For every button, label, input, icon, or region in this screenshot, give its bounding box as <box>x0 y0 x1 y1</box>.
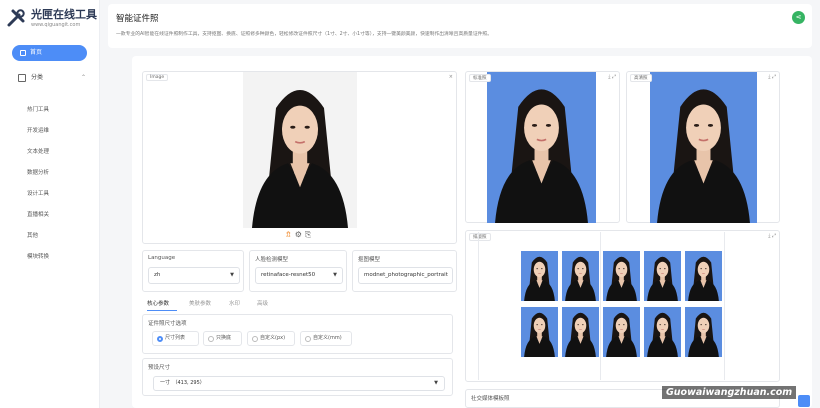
language-label: Language <box>148 255 176 261</box>
radio-dot <box>157 336 163 342</box>
preset-size-label: 预设尺寸 <box>148 365 171 371</box>
size-option-label: 证件照尺寸选项 <box>148 321 187 327</box>
matting-label: 抠图模型 <box>358 257 381 263</box>
layout-photo <box>521 307 558 357</box>
grid-icon <box>18 74 26 82</box>
settings-icon[interactable]: ⚙ <box>295 230 305 239</box>
sidebar-item-hot[interactable]: 热门工具 <box>27 105 49 113</box>
face-model-label: 人脸检测模型 <box>255 257 289 263</box>
home-icon <box>20 50 26 56</box>
copy-icon[interactable]: ⎘ <box>305 230 314 239</box>
sidebar: 光匣在线工具 www.qiguangit.com 首页 分类 ⌃ 热门工具 开发… <box>0 0 100 408</box>
radio-label: 自定义(mm) <box>313 335 342 341</box>
chevron-up-icon: ⌃ <box>80 74 86 81</box>
share-button[interactable]: ⋖ <box>792 11 805 24</box>
download-icon[interactable]: ⤓ ⤢ <box>768 74 776 80</box>
share-icon: ⋖ <box>795 13 802 21</box>
app-title: 光匣在线工具 <box>31 8 97 21</box>
nav-category[interactable]: 分类 ⌃ <box>18 72 88 84</box>
tab-core[interactable]: 核心参数 <box>147 299 169 307</box>
radio-custom-px[interactable]: 自定义(px) <box>247 331 295 346</box>
preset-size-select[interactable]: 一寸 （413, 295） ▼ <box>153 376 445 391</box>
input-photo <box>243 72 357 228</box>
radio-label: 尺寸列表 <box>165 335 186 341</box>
layout-photo <box>685 307 722 357</box>
caret-down-icon: ▼ <box>434 380 438 386</box>
upload-icon[interactable]: ⇯ <box>285 230 295 239</box>
layout-photo <box>644 251 681 301</box>
layout-photo <box>562 251 599 301</box>
radio-label: 自定义(px) <box>260 335 286 341</box>
standard-label: 标准照 <box>469 74 491 82</box>
radio-dot <box>252 336 258 342</box>
hd-photo <box>650 72 757 223</box>
app-logo[interactable]: 光匣在线工具 www.qiguangit.com <box>5 5 97 31</box>
face-model-field: 人脸检测模型 retinaface-resnet50 ▼ <box>249 250 347 292</box>
matting-select[interactable]: modnet_photographic_portrait <box>358 267 453 284</box>
matting-value: modnet_photographic_portrait <box>364 272 448 278</box>
face-model-value: retinaface-resnet50 <box>261 272 316 278</box>
image-toolbar: ⇯⚙⎘ <box>285 230 314 240</box>
tools-icon <box>7 9 25 27</box>
sidebar-item-devops[interactable]: 开发运维 <box>27 126 49 134</box>
sidebar-item-design[interactable]: 设计工具 <box>27 189 49 197</box>
language-value: zh <box>154 272 161 278</box>
language-select[interactable]: zh ▼ <box>148 267 240 284</box>
nav-home[interactable]: 首页 <box>12 45 87 61</box>
close-icon[interactable]: × <box>449 74 453 80</box>
download-icon[interactable]: ⤓ ⤢ <box>768 233 776 239</box>
language-field: Language zh ▼ <box>142 250 244 292</box>
nav-category-label: 分类 <box>31 74 44 81</box>
hd-label: 高清照 <box>630 74 652 82</box>
tab-beauty[interactable]: 美肤参数 <box>189 299 211 307</box>
radio-dot <box>305 336 311 342</box>
active-tab-indicator <box>147 310 177 311</box>
tab-advanced[interactable]: 高级 <box>257 299 268 307</box>
tab-watermark[interactable]: 水印 <box>229 299 240 307</box>
layout-label: 排版照 <box>469 233 491 241</box>
hd-photo-box: 高清照 ⤓ ⤢ <box>626 71 780 223</box>
layout-photo <box>521 251 558 301</box>
radio-label: 只换底 <box>216 335 232 341</box>
face-model-select[interactable]: retinaface-resnet50 ▼ <box>255 267 343 284</box>
sidebar-item-live[interactable]: 直播相关 <box>27 210 49 218</box>
radio-dot <box>208 336 214 342</box>
image-label: Image <box>146 74 169 81</box>
caret-down-icon: ▼ <box>230 272 234 278</box>
layout-photo <box>603 307 640 357</box>
preset-size-value: 一寸 （413, 295） <box>160 380 205 386</box>
sidebar-item-text[interactable]: 文本处理 <box>27 147 49 155</box>
sidebar-item-data[interactable]: 数据分析 <box>27 168 49 176</box>
watermark: Guowaiwangzhuan.com <box>662 386 797 399</box>
layout-photo <box>603 251 640 301</box>
sidebar-item-other[interactable]: 其他 <box>27 231 38 239</box>
radio-size-list[interactable]: 尺寸列表 <box>152 331 199 346</box>
layout-photo <box>562 307 599 357</box>
divider <box>478 232 479 380</box>
radio-custom-mm[interactable]: 自定义(mm) <box>300 331 352 346</box>
radio-bg-only[interactable]: 只换底 <box>203 331 242 346</box>
caret-down-icon: ▼ <box>333 272 337 278</box>
sidebar-item-convert[interactable]: 模块转换 <box>27 252 49 260</box>
download-icon[interactable]: ⤓ ⤢ <box>608 74 616 80</box>
standard-photo <box>487 72 596 223</box>
layout-photo <box>685 251 722 301</box>
page-description: 一款专业的AI智能在线证件照制作工具，支持抠图、换底、证照修多种颜色，轻松修改证… <box>116 32 493 37</box>
page-header: 智能证件照 一款专业的AI智能在线证件照制作工具，支持抠图、换底、证照修多种颜色… <box>108 4 812 48</box>
matting-field: 抠图模型 modnet_photographic_portrait <box>352 250 457 292</box>
app-url: www.qiguangit.com <box>31 22 81 28</box>
page-title: 智能证件照 <box>116 14 159 24</box>
layout-photo <box>644 307 681 357</box>
layout-grid <box>521 251 725 361</box>
scroll-to-top-button[interactable] <box>798 395 810 407</box>
nav-home-label: 首页 <box>30 49 43 56</box>
image-input-box[interactable]: Image × <box>142 71 457 244</box>
social-label: 社交媒体模板照 <box>471 396 510 402</box>
standard-photo-box: 标准照 ⤓ ⤢ <box>465 71 620 223</box>
